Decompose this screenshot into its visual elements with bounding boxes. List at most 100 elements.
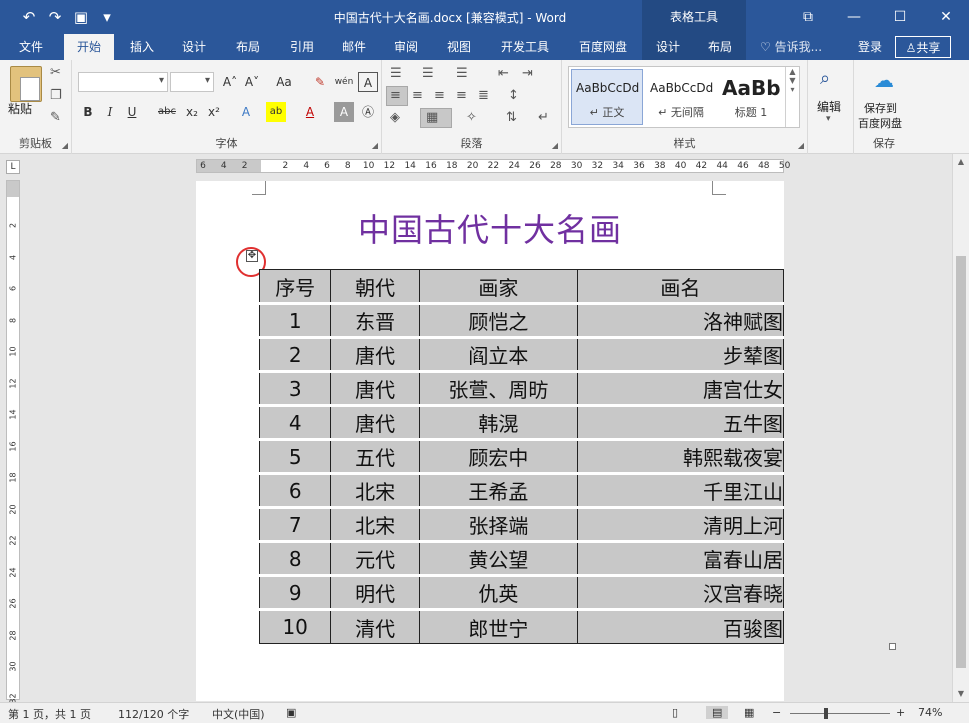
- macro-record-icon[interactable]: ▣: [286, 706, 296, 719]
- dialog-launcher-icon[interactable]: ◢: [552, 141, 558, 150]
- baidu-netdisk-label[interactable]: 百度网盘: [858, 115, 902, 131]
- cell-dynasty[interactable]: 元代: [330, 540, 420, 576]
- tab-references[interactable]: 引用: [280, 34, 324, 60]
- web-layout-icon[interactable]: ▦: [744, 706, 754, 719]
- align-center-icon[interactable]: ≡: [412, 88, 423, 103]
- cell-dynasty[interactable]: 明代: [330, 574, 420, 610]
- distributed-icon[interactable]: ≣: [478, 88, 489, 103]
- tab-home[interactable]: 开始: [64, 34, 114, 60]
- shrink-font-button[interactable]: A˅: [242, 72, 262, 92]
- cell-title[interactable]: 唐宫仕女: [576, 370, 784, 406]
- cell-index[interactable]: 8: [258, 540, 332, 576]
- cell-painter[interactable]: 阎立本: [418, 336, 578, 372]
- resize-handle[interactable]: [889, 643, 896, 650]
- horizontal-ruler[interactable]: 6 4 2 2 4 6 8 10 12 14 16 18 20 22 24 26 28 30 32 34 36 38 40 4…: [196, 159, 790, 173]
- close-button[interactable]: ✕: [923, 0, 969, 34]
- style-heading-1[interactable]: AaBb 标题 1: [717, 69, 785, 125]
- cell-dynasty[interactable]: 北宋: [330, 472, 420, 508]
- cell-dynasty[interactable]: 唐代: [330, 370, 420, 406]
- enclose-characters-button[interactable]: Ⓐ: [358, 102, 378, 122]
- cell-title[interactable]: 韩熙载夜宴: [576, 438, 784, 474]
- multilevel-list-icon[interactable]: ☰: [456, 66, 468, 81]
- baidu-netdisk-icon[interactable]: ☁: [874, 68, 894, 92]
- cell-index[interactable]: 10: [258, 608, 332, 644]
- highlight-button[interactable]: ab: [266, 102, 286, 122]
- italic-button[interactable]: I: [100, 102, 120, 122]
- header-cell-dynasty[interactable]: 朝代: [330, 269, 420, 304]
- cell-index[interactable]: 6: [258, 472, 332, 508]
- tab-layout[interactable]: 布局: [226, 34, 270, 60]
- tab-baidu-netdisk[interactable]: 百度网盘: [570, 34, 636, 60]
- cell-index[interactable]: 2: [258, 336, 332, 372]
- line-spacing-icon[interactable]: ↕: [508, 88, 519, 103]
- paste-icon[interactable]: [10, 66, 42, 102]
- cell-title[interactable]: 步辇图: [576, 336, 784, 372]
- cell-dynasty[interactable]: 唐代: [330, 404, 420, 440]
- tab-developer[interactable]: 开发工具: [494, 34, 556, 60]
- cell-index[interactable]: 9: [258, 574, 332, 610]
- document-heading[interactable]: 中国古代十大名画: [196, 205, 784, 251]
- grow-font-button[interactable]: A˄: [220, 72, 240, 92]
- format-painter-icon[interactable]: ✎: [50, 110, 61, 125]
- cell-index[interactable]: 4: [258, 404, 332, 440]
- cell-index[interactable]: 3: [258, 370, 332, 406]
- scroll-thumb[interactable]: [956, 256, 966, 668]
- cell-title[interactable]: 富春山居: [576, 540, 784, 576]
- cell-dynasty[interactable]: 北宋: [330, 506, 420, 542]
- tab-mailings[interactable]: 邮件: [332, 34, 376, 60]
- font-size-combo[interactable]: [170, 72, 214, 92]
- tab-selector[interactable]: L: [6, 160, 20, 174]
- justify-icon[interactable]: ≡: [456, 88, 467, 103]
- cell-painter[interactable]: 顾宏中: [418, 438, 578, 474]
- cell-dynasty[interactable]: 五代: [330, 438, 420, 474]
- styles-scroll[interactable]: ▲ ▼ ▾: [785, 67, 799, 127]
- scroll-down-icon[interactable]: ▼: [953, 686, 969, 702]
- vertical-ruler[interactable]: 2 4 6 8 10 12 14 16 18 20 22 24 26 28 30 32: [6, 180, 20, 703]
- zoom-out-button[interactable]: −: [772, 706, 781, 719]
- shading-icon[interactable]: ◈: [390, 110, 400, 125]
- tab-review[interactable]: 审阅: [384, 34, 428, 60]
- cell-title[interactable]: 洛神赋图: [576, 302, 784, 338]
- tab-table-layout[interactable]: 布局: [694, 34, 746, 60]
- change-case-button[interactable]: Aa: [270, 72, 298, 92]
- dialog-launcher-icon[interactable]: ◢: [62, 141, 68, 150]
- maximize-button[interactable]: ☐: [877, 0, 923, 34]
- align-right-icon[interactable]: ≡: [434, 88, 445, 103]
- read-mode-icon[interactable]: ▯: [672, 706, 678, 719]
- share-button[interactable]: ♙共享: [895, 36, 951, 58]
- header-cell-title[interactable]: 画名: [576, 269, 784, 304]
- customize-qat-icon[interactable]: ▾: [96, 6, 118, 28]
- tell-me-search[interactable]: ♡ 告诉我...: [760, 34, 822, 60]
- tab-insert[interactable]: 插入: [120, 34, 164, 60]
- header-cell-painter[interactable]: 画家: [418, 269, 578, 304]
- cell-dynasty[interactable]: 唐代: [330, 336, 420, 372]
- bold-button[interactable]: B: [78, 102, 98, 122]
- subscript-button[interactable]: x₂: [182, 102, 202, 122]
- cell-painter[interactable]: 郎世宁: [418, 608, 578, 644]
- tab-view[interactable]: 视图: [437, 34, 481, 60]
- zoom-slider[interactable]: [790, 713, 890, 714]
- print-layout-icon[interactable]: ▤: [706, 706, 729, 719]
- language[interactable]: 中文(中国): [212, 706, 265, 722]
- undo-icon[interactable]: ↶: [18, 6, 40, 28]
- phonetic-guide-button[interactable]: wén: [334, 72, 354, 92]
- cell-title[interactable]: 千里江山: [576, 472, 784, 508]
- tab-table-design[interactable]: 设计: [642, 34, 694, 60]
- dialog-launcher-icon[interactable]: ◢: [798, 141, 804, 150]
- cell-painter[interactable]: 王希孟: [418, 472, 578, 508]
- cell-painter[interactable]: 仇英: [418, 574, 578, 610]
- asian-layout-icon[interactable]: ✧: [466, 110, 477, 125]
- clear-format-button[interactable]: ✎: [310, 72, 330, 92]
- style-normal[interactable]: AaBbCcDd ↵ 正文: [571, 69, 643, 125]
- font-color-button[interactable]: A: [300, 102, 320, 122]
- character-border-button[interactable]: A: [358, 72, 378, 92]
- strikethrough-button[interactable]: abc: [154, 102, 180, 122]
- increase-indent-icon[interactable]: ⇥: [522, 66, 533, 81]
- underline-button[interactable]: U: [122, 102, 142, 122]
- cell-painter[interactable]: 黄公望: [418, 540, 578, 576]
- tab-file[interactable]: 文件: [10, 34, 52, 60]
- scroll-up-icon[interactable]: ▲: [953, 154, 969, 170]
- cell-title[interactable]: 百骏图: [576, 608, 784, 644]
- redo-icon[interactable]: ↷: [44, 6, 66, 28]
- zoom-level[interactable]: 74%: [918, 706, 942, 719]
